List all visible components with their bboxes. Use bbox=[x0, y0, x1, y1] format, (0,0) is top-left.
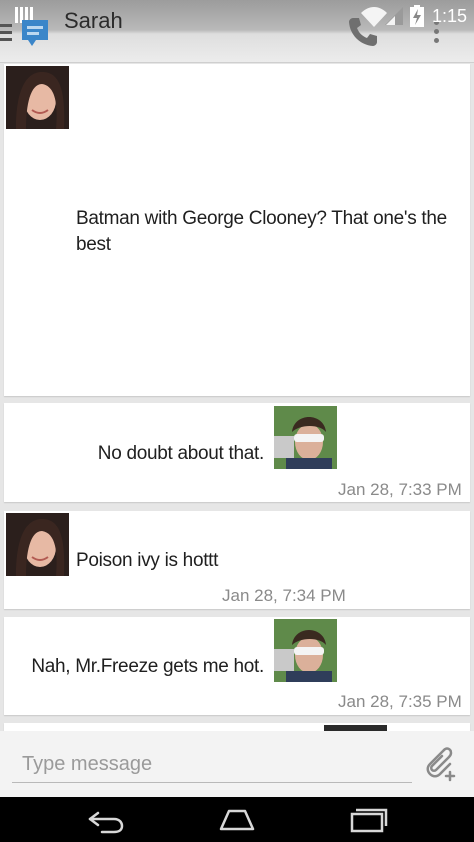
message-card bbox=[4, 723, 470, 731]
message-card: Poison ivy is hottt Jan 28, 7:34 PM bbox=[4, 511, 470, 609]
attach-icon[interactable] bbox=[420, 744, 458, 782]
compose-bar bbox=[0, 731, 474, 797]
message-timestamp: Jan 28, 7:35 PM bbox=[338, 692, 462, 711]
menu-icon[interactable] bbox=[0, 24, 12, 41]
back-icon[interactable] bbox=[84, 805, 128, 835]
messaging-app-icon[interactable] bbox=[22, 14, 52, 48]
signal-icon bbox=[385, 7, 403, 25]
action-bar: Sarah 1:15 bbox=[0, 0, 474, 63]
message-card: Nah, Mr.Freeze gets me hot. Jan 28, 7:35… bbox=[4, 617, 470, 715]
message-text: No doubt about that. bbox=[97, 443, 265, 464]
message-text: Poison ivy is hottt bbox=[76, 550, 219, 571]
message-card: No doubt about that. Jan 28, 7:33 PM bbox=[4, 403, 470, 502]
message-text: Batman with George Clooney? That one's t… bbox=[76, 208, 447, 255]
conversation-title: Sarah bbox=[64, 8, 123, 33]
contact-avatar[interactable] bbox=[6, 66, 69, 129]
message-timestamp: Jan 28, 7:34 PM bbox=[222, 586, 346, 605]
status-time: 1:15 bbox=[432, 6, 468, 26]
my-avatar[interactable] bbox=[274, 406, 337, 469]
battery-charging-icon bbox=[410, 5, 424, 27]
message-timestamp: Jan 28, 7:33 PM bbox=[338, 480, 462, 499]
message-text: Nah, Mr.Freeze gets me hot. bbox=[31, 656, 264, 677]
message-card: Batman with George Clooney? That one's t… bbox=[4, 64, 470, 396]
recents-icon[interactable] bbox=[346, 805, 390, 835]
contact-avatar[interactable] bbox=[6, 513, 69, 576]
navigation-bar bbox=[0, 797, 474, 842]
my-avatar[interactable] bbox=[274, 619, 337, 682]
message-input[interactable] bbox=[12, 746, 412, 783]
home-icon[interactable] bbox=[215, 805, 259, 835]
